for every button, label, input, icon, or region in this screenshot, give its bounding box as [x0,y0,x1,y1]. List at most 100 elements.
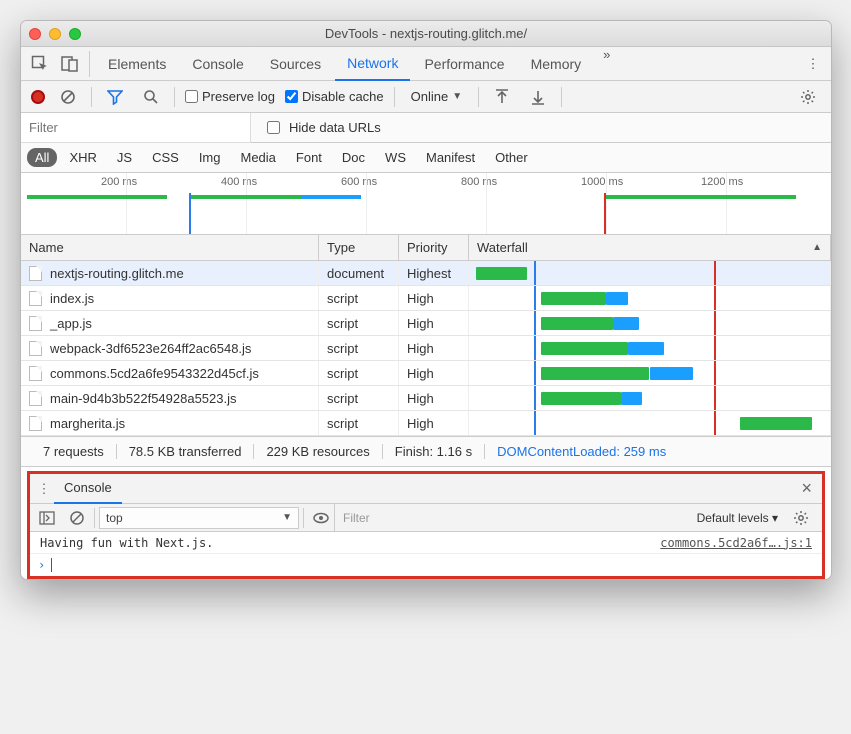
column-type[interactable]: Type [319,235,399,260]
request-name: _app.js [50,316,92,331]
type-filter-js[interactable]: JS [109,148,140,167]
device-toolbar-icon[interactable] [57,51,83,77]
hide-data-urls-checkbox[interactable]: Hide data URLs [251,118,381,137]
main-toolbar: Elements Console Sources Network Perform… [21,47,831,81]
console-log-entry[interactable]: Having fun with Next.js. commons.5cd2a6f… [30,532,822,554]
table-row[interactable]: main-9d4b3b522f54928a5523.jsscriptHigh [21,386,831,411]
request-name: main-9d4b3b522f54928a5523.js [50,391,237,406]
waterfall-cell [469,386,831,410]
console-input[interactable]: › [30,554,822,576]
tick-label: 600 ms [341,176,377,188]
console-message: Having fun with Next.js. [40,536,660,550]
network-table: Name Type Priority Waterfall ▲ nextjs-ro… [21,235,831,437]
table-row[interactable]: index.jsscriptHigh [21,286,831,311]
network-summary: 7 requests 78.5 KB transferred 229 KB re… [21,437,831,467]
waterfall-cell [469,361,831,385]
console-clear-icon[interactable] [64,505,90,531]
request-priority: High [399,411,469,435]
console-source-link[interactable]: commons.5cd2a6f….js:1 [660,536,812,550]
request-type: document [319,261,399,285]
type-filter-all[interactable]: All [27,148,57,167]
type-filter-ws[interactable]: WS [377,148,414,167]
inspect-element-icon[interactable] [27,51,53,77]
drawer-tab-console[interactable]: Console [54,474,122,504]
network-filter-bar: Hide data URLs [21,113,831,143]
type-filter-xhr[interactable]: XHR [61,148,104,167]
tick-label: 400 ms [221,176,257,188]
request-type: script [319,336,399,360]
throttling-select[interactable]: Online ▼ [405,89,468,104]
filter-icon[interactable] [102,84,128,110]
network-filter-input[interactable] [21,113,251,143]
live-expression-icon[interactable] [308,505,334,531]
column-priority[interactable]: Priority [399,235,469,260]
request-priority: Highest [399,261,469,285]
tick-label: 1000 ms [581,176,623,188]
hide-data-urls-label: Hide data URLs [289,120,381,135]
tab-sources[interactable]: Sources [258,47,333,81]
tick-label: 1200 ms [701,176,743,188]
window-title: DevTools - nextjs-routing.glitch.me/ [21,26,831,41]
tab-memory[interactable]: Memory [519,47,594,81]
table-row[interactable]: margherita.js scriptHigh [21,411,831,436]
request-type: script [319,411,399,435]
download-har-icon[interactable] [525,84,551,110]
type-filter-other[interactable]: Other [487,148,536,167]
request-name: margherita.js [50,416,125,431]
panel-tabs: Elements Console Sources Network Perform… [96,47,801,81]
summary-requests: 7 requests [31,444,117,459]
table-row[interactable]: commons.5cd2a6fe9543322d45cf.jsscriptHig… [21,361,831,386]
table-row[interactable]: nextjs-routing.glitch.medocumentHighest [21,261,831,286]
tabs-overflow-button[interactable]: » [595,47,618,81]
table-row[interactable]: _app.jsscriptHigh [21,311,831,336]
type-filter-font[interactable]: Font [288,148,330,167]
devtools-window: DevTools - nextjs-routing.glitch.me/ Ele… [20,20,832,580]
type-filter-manifest[interactable]: Manifest [418,148,483,167]
close-drawer-button[interactable]: × [791,478,822,499]
disable-cache-label: Disable cache [302,89,384,104]
tab-console[interactable]: Console [180,47,255,81]
upload-har-icon[interactable] [489,84,515,110]
search-icon[interactable] [138,84,164,110]
table-row[interactable]: webpack-3df6523e264ff2ac6548.jsscriptHig… [21,336,831,361]
preserve-log-checkbox[interactable]: Preserve log [185,89,275,104]
summary-resources: 229 KB resources [254,444,382,459]
load-marker [604,193,606,234]
console-context-select[interactable]: top ▼ [99,507,299,529]
tab-performance[interactable]: Performance [412,47,516,81]
console-settings-icon[interactable] [788,505,814,531]
request-name: webpack-3df6523e264ff2ac6548.js [50,341,251,356]
prompt-caret-icon: › [38,558,45,572]
record-button[interactable] [31,90,45,104]
resource-type-filters: All XHR JS CSS Img Media Font Doc WS Man… [21,143,831,173]
type-filter-css[interactable]: CSS [144,148,187,167]
timeline-overview[interactable]: 200 ms 400 ms 600 ms 800 ms 1000 ms 1200… [21,173,831,235]
waterfall-cell [469,286,831,310]
network-toolbar: Preserve log Disable cache Online ▼ [21,81,831,113]
settings-menu-icon[interactable]: ⋮ [801,51,825,77]
type-filter-img[interactable]: Img [191,148,229,167]
request-type: script [319,311,399,335]
tab-network[interactable]: Network [335,47,410,81]
disable-cache-checkbox[interactable]: Disable cache [285,89,384,104]
drawer-menu-icon[interactable]: ⋮ [34,476,54,502]
waterfall-cell [469,261,831,285]
console-levels-select[interactable]: Default levels ▾ [697,511,778,525]
type-filter-media[interactable]: Media [232,148,283,167]
table-header: Name Type Priority Waterfall ▲ [21,235,831,261]
column-waterfall[interactable]: Waterfall ▲ [469,235,831,260]
console-sidebar-icon[interactable] [34,505,60,531]
network-settings-icon[interactable] [795,84,821,110]
tab-elements[interactable]: Elements [96,47,178,81]
window-titlebar: DevTools - nextjs-routing.glitch.me/ [21,21,831,47]
column-name[interactable]: Name [21,235,319,260]
drawer-tabs: ⋮ Console × [30,474,822,504]
file-icon [29,316,42,331]
clear-icon[interactable] [55,84,81,110]
domcontentloaded-marker [189,193,191,234]
console-filter-input[interactable]: Filter [343,511,687,525]
type-filter-doc[interactable]: Doc [334,148,373,167]
summary-finish: Finish: 1.16 s [383,444,485,459]
tick-label: 800 ms [461,176,497,188]
chevron-down-icon: ▼ [452,91,462,102]
